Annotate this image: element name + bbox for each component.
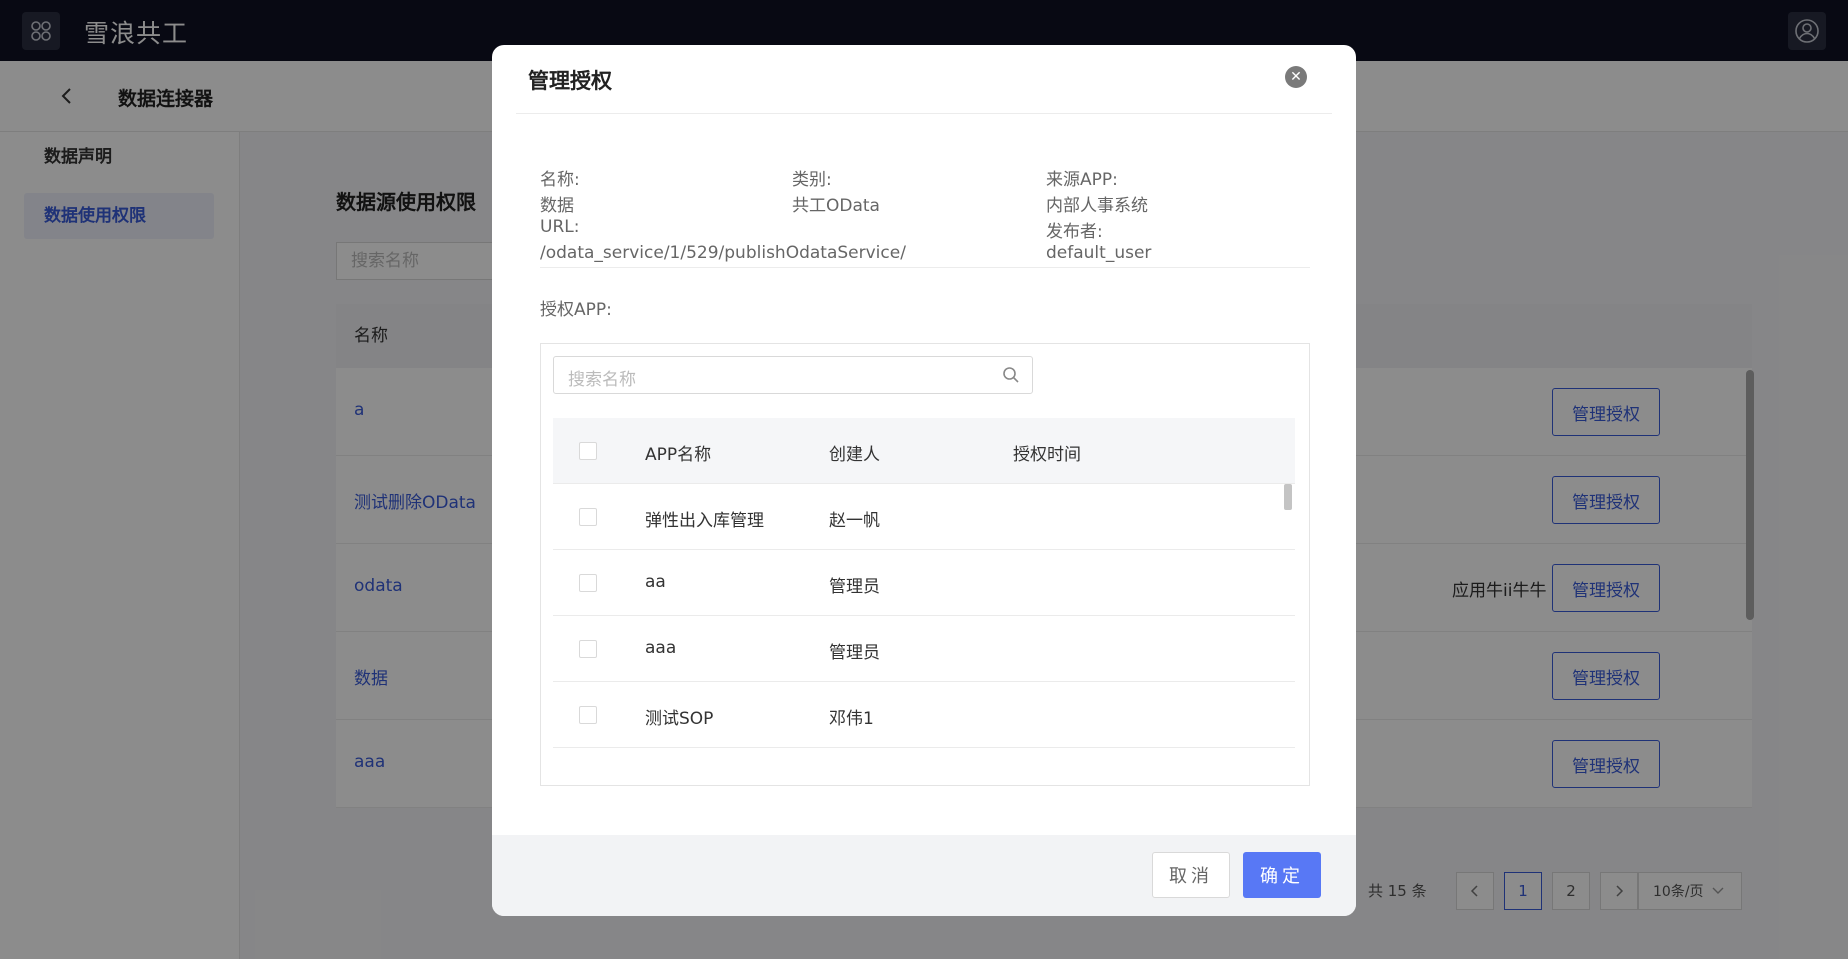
- creator-cell: 赵一帆: [829, 511, 880, 531]
- confirm-button[interactable]: 确定: [1243, 852, 1321, 898]
- info-type-value: 共工OData: [792, 196, 880, 216]
- divider: [540, 267, 1310, 268]
- search-icon[interactable]: [1002, 366, 1020, 388]
- modal-title: 管理授权: [528, 69, 612, 93]
- app-table-header: APP名称 创建人 授权时间: [553, 418, 1295, 484]
- manage-auth-modal: 管理授权 ✕ 名称: 数据 类别: 共工OData 来源APP: 内部人事系统 …: [492, 45, 1356, 916]
- divider: [516, 113, 1332, 114]
- app-search-input[interactable]: 搜索名称: [553, 356, 1033, 394]
- row-checkbox[interactable]: [579, 574, 597, 592]
- creator-cell: 管理员: [829, 577, 880, 597]
- info-type-label: 类别:: [792, 170, 832, 190]
- app-name-cell: aaa: [645, 638, 677, 658]
- creator-cell: 管理员: [829, 643, 880, 663]
- info-name-value: 数据: [540, 196, 574, 216]
- close-icon[interactable]: ✕: [1285, 66, 1307, 88]
- app-name-cell: aa: [645, 572, 666, 592]
- info-url-value: /odata_service/1/529/publishOdataService…: [540, 243, 906, 263]
- app-name-cell: 弹性出入库管理: [645, 511, 764, 531]
- row-checkbox[interactable]: [579, 640, 597, 658]
- table-row: aaa 管理员: [553, 616, 1295, 682]
- info-source-label: 来源APP:: [1046, 170, 1118, 190]
- header-app-name: APP名称: [645, 445, 712, 465]
- search-placeholder: 搜索名称: [568, 370, 636, 390]
- select-all-checkbox[interactable]: [579, 442, 597, 460]
- creator-cell: 邓伟1: [829, 709, 874, 729]
- table-row: 测试SOP 邓伟1: [553, 682, 1295, 748]
- table-row: 弹性出入库管理 赵一帆: [553, 484, 1295, 550]
- info-publisher-label: 发布者:: [1046, 222, 1103, 242]
- table-row: aa 管理员: [553, 550, 1295, 616]
- info-name-label: 名称:: [540, 170, 580, 190]
- info-url-label: URL:: [540, 217, 580, 237]
- app-table-scrollbar[interactable]: [1284, 484, 1292, 510]
- modal-footer: 取消 确定: [492, 835, 1356, 916]
- app-table: APP名称 创建人 授权时间 弹性出入库管理 赵一帆 aa 管理员 aaa 管理…: [553, 418, 1295, 748]
- header-creator: 创建人: [829, 445, 880, 465]
- row-checkbox[interactable]: [579, 508, 597, 526]
- row-checkbox[interactable]: [579, 706, 597, 724]
- app-name-cell: 测试SOP: [645, 709, 714, 729]
- info-source-value: 内部人事系统: [1046, 196, 1148, 216]
- info-publisher-value: default_user: [1046, 243, 1152, 263]
- auth-app-label: 授权APP:: [540, 300, 612, 320]
- auth-app-panel: 搜索名称 APP名称 创建人 授权时间 弹性出入库管理 赵一帆 aa 管理员 a…: [540, 343, 1310, 786]
- cancel-button[interactable]: 取消: [1152, 852, 1230, 898]
- header-auth-time: 授权时间: [1013, 445, 1081, 465]
